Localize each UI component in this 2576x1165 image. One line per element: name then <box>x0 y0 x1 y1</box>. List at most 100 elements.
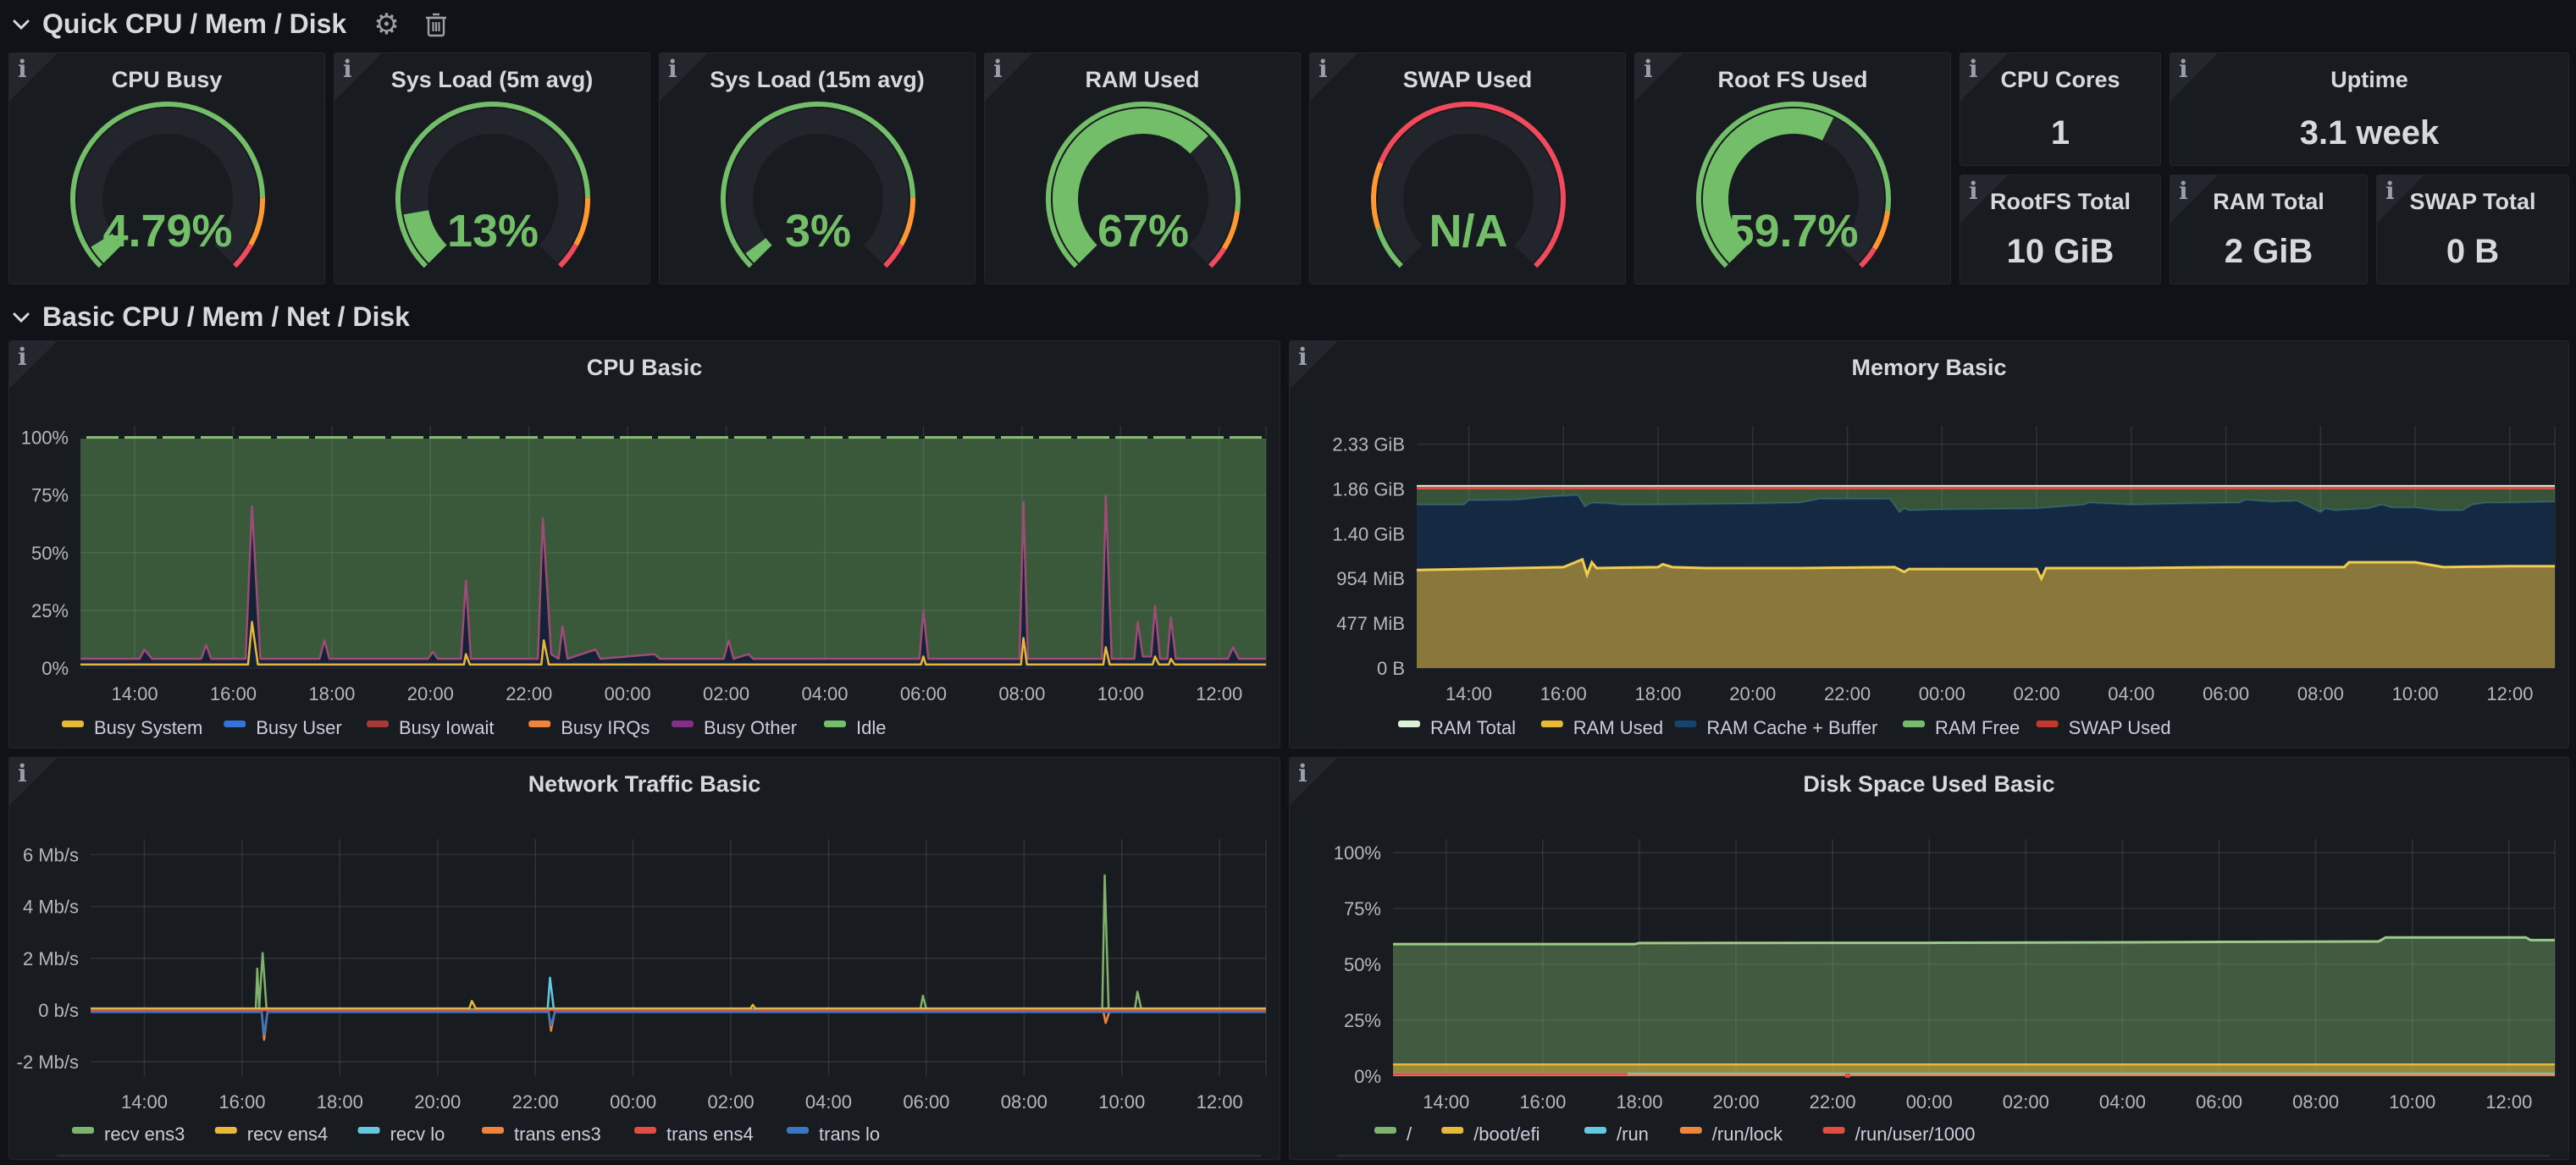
x-tick-label: 14:00 <box>1446 683 1492 704</box>
legend-item[interactable]: / <box>1374 1124 1412 1145</box>
y-tick-label: 50% <box>1344 954 1381 975</box>
panel-title[interactable]: RAM Used <box>985 67 1300 93</box>
x-tick-label: 22:00 <box>506 683 552 704</box>
x-tick-label: 08:00 <box>998 683 1045 704</box>
panel-disk-space-used-basic: i Disk Space Used Basic 0%25%50%75%100%1… <box>1289 757 2569 1160</box>
panel-title[interactable]: CPU Cores <box>1960 67 2160 93</box>
x-tick-label: 16:00 <box>1519 1091 1566 1113</box>
legend-item[interactable]: Busy System <box>62 717 202 738</box>
legend-item[interactable]: RAM Free <box>1903 717 2020 738</box>
svg-text:/run/lock: /run/lock <box>1712 1124 1783 1145</box>
panel-title[interactable]: RootFS Total <box>1960 189 2160 215</box>
x-tick-label: 22:00 <box>512 1091 559 1113</box>
panel-title[interactable]: Uptime <box>2170 67 2568 93</box>
x-tick-label: 20:00 <box>407 683 454 704</box>
legend-item[interactable]: /run <box>1584 1124 1649 1145</box>
x-tick-label: 08:00 <box>2297 683 2344 704</box>
chevron-down-icon <box>12 19 30 30</box>
svg-text:Busy User: Busy User <box>256 717 341 738</box>
y-tick-label: 100% <box>1334 842 1381 864</box>
section-quick-cpu-mem-disk[interactable]: Quick CPU / Mem / Disk ⚙ <box>12 8 447 40</box>
x-tick-label: 10:00 <box>1097 683 1144 704</box>
network-traffic-basic-chart: -2 Mb/s0 b/s2 Mb/s4 Mb/s6 Mb/s14:0016:00… <box>9 758 1280 1159</box>
x-tick-label: 18:00 <box>317 1091 363 1113</box>
x-tick-label: 06:00 <box>2196 1091 2242 1113</box>
legend-item[interactable]: SWAP Used <box>2037 717 2171 738</box>
panel-cpu-basic: i CPU Basic 0%25%50%75%100%14:0016:0018:… <box>8 340 1280 748</box>
svg-text:recv ens4: recv ens4 <box>247 1124 328 1145</box>
legend-item[interactable]: /run/user/1000 <box>1823 1124 1976 1145</box>
trash-icon[interactable] <box>425 11 447 38</box>
panel-title[interactable]: CPU Busy <box>9 67 324 93</box>
legend-item[interactable]: Busy User <box>224 717 341 738</box>
y-tick-label: 4 Mb/s <box>23 897 79 918</box>
panel-stat-swap-total: i SWAP Total 0 B <box>2376 174 2569 284</box>
y-tick-label: 0% <box>41 658 69 679</box>
gauge-value: N/A <box>1429 206 1508 257</box>
legend-item[interactable]: recv lo <box>358 1124 445 1145</box>
panel-title[interactable]: SWAP Used <box>1310 67 1625 93</box>
panel-gauge-ram-used: i RAM Used67% <box>984 52 1301 284</box>
legend-item[interactable]: trans ens4 <box>634 1124 754 1145</box>
y-tick-label: -2 Mb/s <box>17 1052 79 1073</box>
x-tick-label: 08:00 <box>2292 1091 2339 1113</box>
legend-item[interactable]: Idle <box>824 717 886 738</box>
x-tick-label: 02:00 <box>703 683 749 704</box>
y-tick-label: 0% <box>1354 1066 1381 1087</box>
panel-title[interactable]: RAM Total <box>2170 189 2367 215</box>
x-tick-label: 20:00 <box>1713 1091 1760 1113</box>
series-root-fs <box>1393 937 2555 1076</box>
section-title: Quick CPU / Mem / Disk <box>42 8 346 40</box>
x-tick-label: 12:00 <box>1196 683 1242 704</box>
legend-item[interactable]: trans ens3 <box>482 1124 601 1145</box>
svg-text:trans ens3: trans ens3 <box>514 1124 601 1145</box>
legend-item[interactable]: /boot/efi <box>1441 1124 1540 1145</box>
legend-item[interactable]: RAM Total <box>1398 717 1516 738</box>
panel-title[interactable]: Sys Load (5m avg) <box>334 67 650 93</box>
panel-title[interactable]: SWAP Total <box>2377 189 2568 215</box>
x-tick-label: 16:00 <box>1540 683 1587 704</box>
x-tick-label: 06:00 <box>2203 683 2249 704</box>
grid <box>91 839 1266 1076</box>
svg-text:trans ens4: trans ens4 <box>666 1124 754 1145</box>
y-tick-label: 2.33 GiB <box>1332 434 1405 456</box>
section-basic-cpu-mem-net-disk[interactable]: Basic CPU / Mem / Net / Disk <box>12 301 410 333</box>
legend-item[interactable]: Busy IRQs <box>528 717 650 738</box>
gear-icon[interactable]: ⚙ <box>373 10 399 39</box>
y-tick-label: 50% <box>31 543 69 564</box>
series-recv-ens3 <box>91 875 1266 1009</box>
legend-item[interactable]: recv ens4 <box>215 1124 328 1145</box>
x-tick-label: 12:00 <box>1197 1091 1243 1113</box>
y-tick-label: 1.86 GiB <box>1332 478 1405 500</box>
svg-text:/: / <box>1407 1124 1412 1145</box>
memory-basic-chart: 0 B477 MiB954 MiB1.40 GiB1.86 GiB2.33 Gi… <box>1290 341 2568 748</box>
panel-title[interactable]: Sys Load (15m avg) <box>660 67 975 93</box>
x-tick-label: 10:00 <box>2392 683 2439 704</box>
legend-item[interactable]: recv ens3 <box>72 1124 185 1145</box>
panel-title[interactable]: Root FS Used <box>1635 67 1950 93</box>
x-tick-label: 00:00 <box>1906 1091 1953 1113</box>
x-tick-label: 20:00 <box>414 1091 461 1113</box>
svg-text:Idle: Idle <box>856 717 886 738</box>
legend-item[interactable]: Busy Iowait <box>367 717 495 738</box>
y-tick-label: 954 MiB <box>1336 568 1405 589</box>
svg-text:SWAP Used: SWAP Used <box>2069 717 2171 738</box>
x-tick-label: 14:00 <box>1423 1091 1469 1113</box>
x-tick-label: 04:00 <box>805 1091 852 1113</box>
y-tick-label: 100% <box>21 428 69 449</box>
x-tick-label: 10:00 <box>1098 1091 1145 1113</box>
legend-item[interactable]: RAM Used <box>1541 717 1663 738</box>
panel-memory-basic: i Memory Basic 0 B477 MiB954 MiB1.40 GiB… <box>1289 340 2569 748</box>
y-tick-label: 1.40 GiB <box>1332 523 1405 544</box>
x-tick-label: 00:00 <box>605 683 651 704</box>
x-tick-label: 16:00 <box>218 1091 265 1113</box>
panel-gauge-swap-used: i SWAP UsedN/A <box>1309 52 1626 284</box>
y-tick-label: 25% <box>1344 1010 1381 1031</box>
legend-item[interactable]: RAM Cache + Buffer <box>1674 717 1877 738</box>
legend-item[interactable]: /run/lock <box>1680 1124 1783 1145</box>
x-tick-label: 20:00 <box>1729 683 1776 704</box>
legend-item[interactable]: Busy Other <box>672 717 797 738</box>
cpu-basic-chart: 0%25%50%75%100%14:0016:0018:0020:0022:00… <box>9 341 1280 748</box>
y-tick-label: 477 MiB <box>1336 613 1405 634</box>
legend-item[interactable]: trans lo <box>787 1124 880 1145</box>
